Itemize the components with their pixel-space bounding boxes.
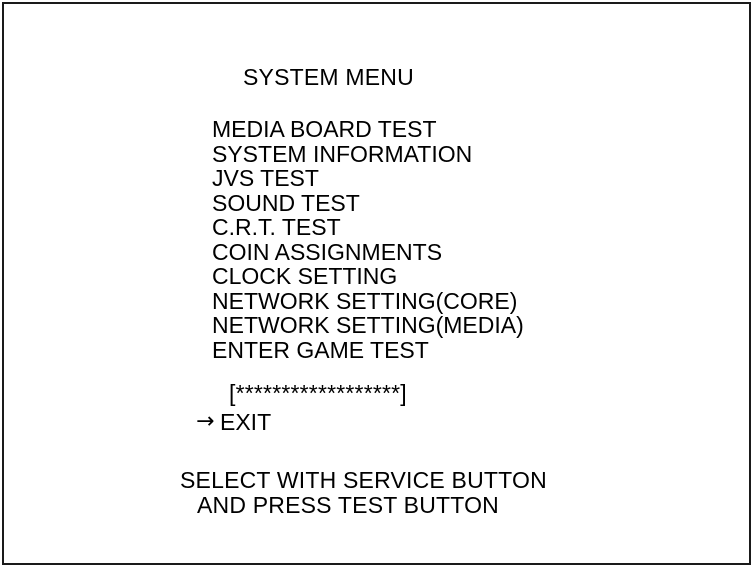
menu-item-enter-game-test[interactable]: ENTER GAME TEST	[212, 337, 524, 363]
menu-item-coin-assignments[interactable]: COIN ASSIGNMENTS	[212, 239, 524, 265]
menu-item-media-board-test[interactable]: MEDIA BOARD TEST	[212, 117, 524, 142]
menu-item-system-information[interactable]: SYSTEM INFORMATION	[212, 141, 524, 167]
menu-list: MEDIA BOARD TEST SYSTEM INFORMATION JVS …	[212, 117, 524, 362]
menu-item-sound-test[interactable]: SOUND TEST	[212, 190, 524, 216]
menu-title: SYSTEM MENU	[243, 64, 414, 90]
menu-item-jvs-test[interactable]: JVS TEST	[212, 166, 524, 191]
menu-item-clock-setting[interactable]: CLOCK SETTING	[212, 264, 524, 289]
progress-indicator: [******************]	[229, 380, 407, 406]
instruction-line-2: AND PRESS TEST BUTTON	[197, 492, 499, 518]
menu-item-network-setting-core[interactable]: NETWORK SETTING(CORE)	[212, 288, 524, 314]
menu-item-crt-test[interactable]: C.R.T. TEST	[212, 215, 524, 240]
menu-item-exit[interactable]: EXIT	[220, 409, 271, 435]
menu-item-network-setting-media[interactable]: NETWORK SETTING(MEDIA)	[212, 313, 524, 338]
instruction-line-1: SELECT WITH SERVICE BUTTON	[180, 467, 547, 493]
cursor-arrow-icon: →	[196, 409, 215, 434]
